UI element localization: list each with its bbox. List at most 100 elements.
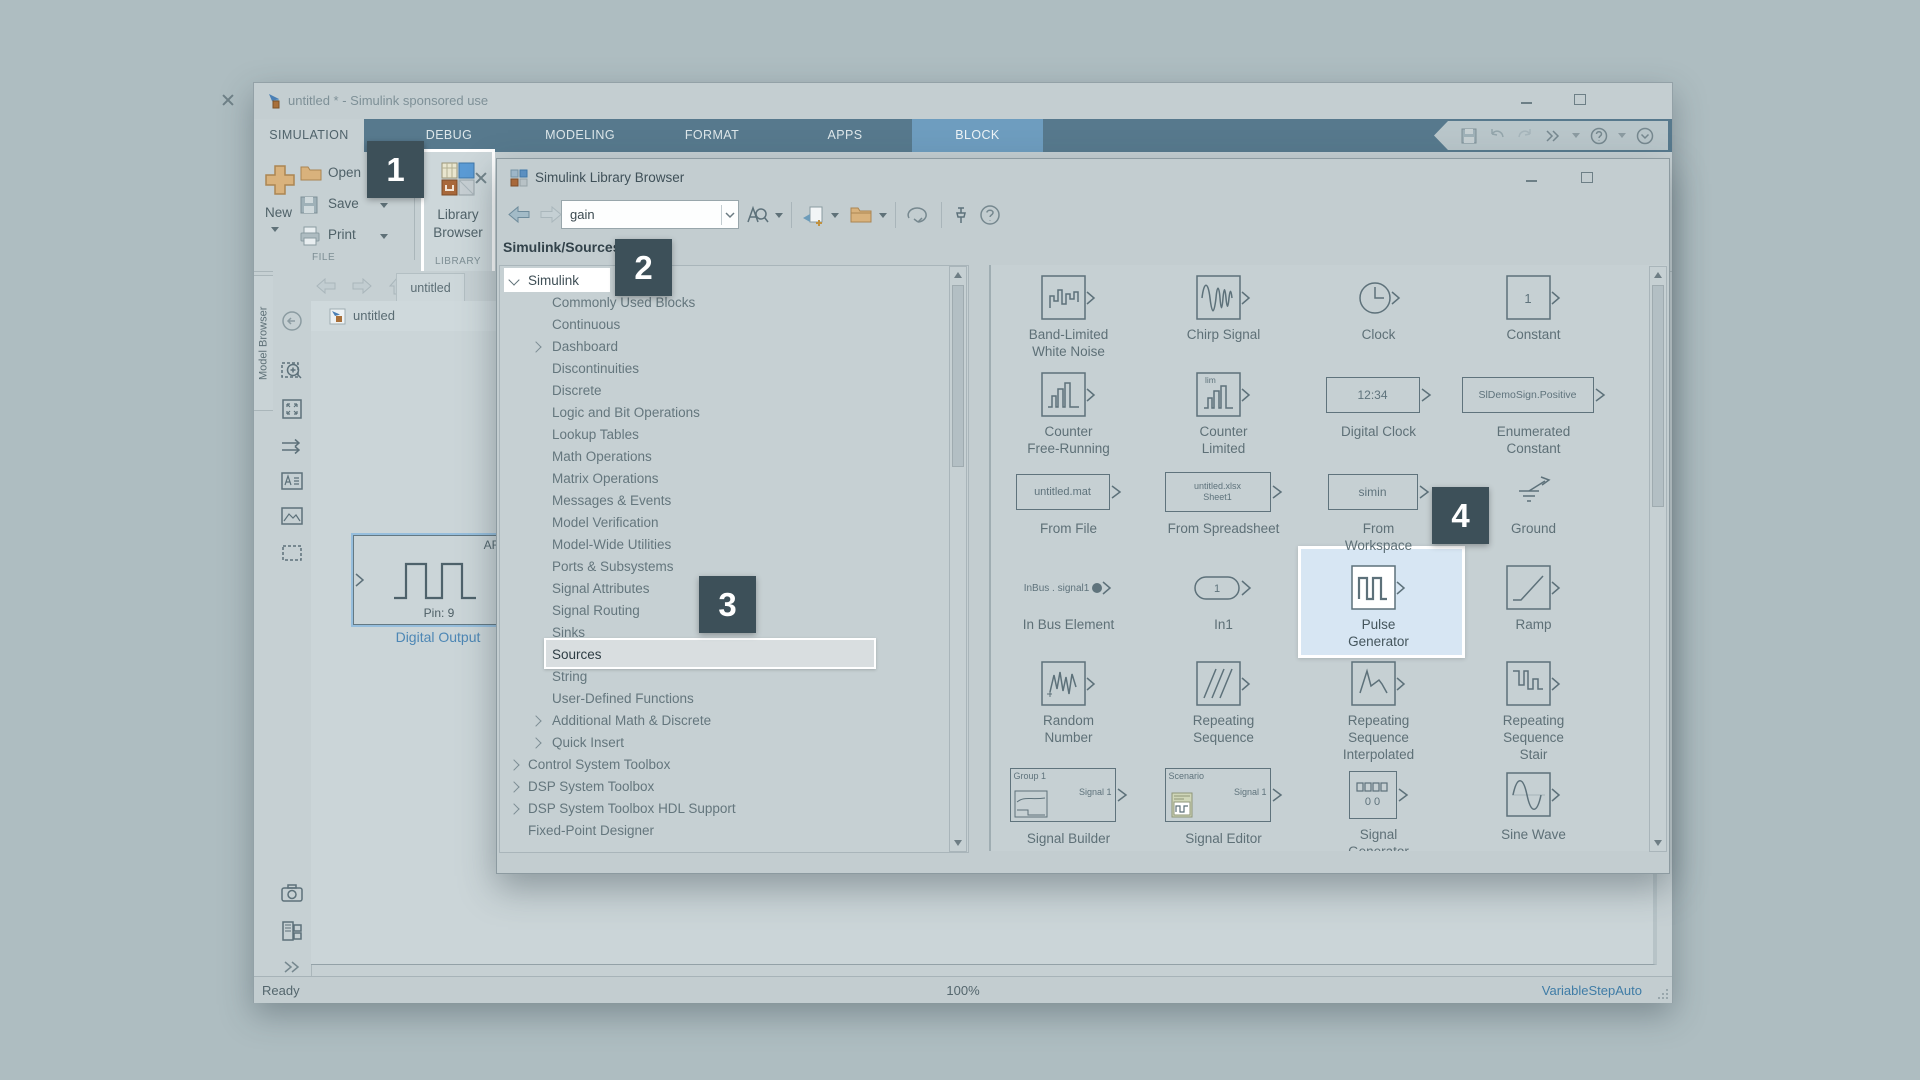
tree-item-control-system-toolbox[interactable]: Control System Toolbox (500, 754, 968, 776)
annotation-icon[interactable] (280, 469, 304, 493)
tab-modeling[interactable]: MODELING (535, 119, 625, 152)
tree-item-matrix-operations[interactable]: Matrix Operations (500, 468, 968, 490)
model-browser-tab[interactable]: Model Browser (254, 275, 274, 411)
pin-icon[interactable] (951, 205, 971, 225)
open-button[interactable]: Open (328, 165, 361, 180)
chevron-right-icon[interactable] (530, 737, 541, 748)
scroll-down-icon[interactable] (954, 840, 962, 846)
tree-item-discrete[interactable]: Discrete (500, 380, 968, 402)
block-ramp[interactable]: Ramp (1456, 563, 1611, 633)
block-repeating-sequence-stair[interactable]: Repeating Sequence Stair (1456, 659, 1611, 763)
nav-forward-icon[interactable] (351, 277, 373, 295)
print-caret-icon[interactable] (380, 234, 388, 239)
new-caret-icon[interactable] (271, 227, 279, 232)
resize-grip[interactable] (1658, 989, 1668, 999)
fit-to-view-icon[interactable] (280, 397, 304, 421)
tree-item-quick-insert[interactable]: Quick Insert (500, 732, 968, 754)
block-from-file[interactable]: untitled.mat From File (991, 467, 1146, 537)
tree-scrollbar-thumb[interactable] (952, 285, 964, 467)
image-icon[interactable] (280, 504, 304, 528)
tree-item-simulink[interactable]: Simulink (500, 270, 968, 292)
tab-simulation[interactable]: SIMULATION (254, 119, 364, 152)
save-icon[interactable] (1460, 127, 1478, 145)
block-pulse-generator[interactable]: Pulse Generator (1301, 563, 1456, 650)
block-from-spreadsheet[interactable]: untitled.xlsx Sheet1 From Spreadsheet (1146, 467, 1301, 537)
model-tab-untitled[interactable]: untitled (396, 273, 465, 302)
scroll-down-icon[interactable] (1654, 840, 1662, 846)
tree-item-dashboard[interactable]: Dashboard (500, 336, 968, 358)
block-random-number[interactable]: Random Number (991, 659, 1146, 746)
print-button[interactable]: Print (328, 227, 356, 242)
block-clock[interactable]: Clock (1301, 273, 1456, 343)
tree-item-model-wide-utilities[interactable]: Model-Wide Utilities (500, 534, 968, 556)
lib-forward-icon[interactable] (539, 205, 563, 224)
search-options-caret-icon[interactable] (775, 213, 783, 218)
chevron-right-icon[interactable] (508, 759, 519, 770)
chevron-right-icon[interactable] (508, 781, 519, 792)
step-options-caret-icon[interactable] (1572, 133, 1580, 138)
step-forward-icon[interactable] (1544, 128, 1562, 144)
lib-back-icon[interactable] (507, 205, 531, 224)
tree-item-dsp-system-toolbox[interactable]: DSP System Toolbox (500, 776, 968, 798)
lib-maximize-button[interactable] (1581, 172, 1593, 183)
undo-icon[interactable] (1488, 128, 1506, 144)
blocks-scrollbar-thumb[interactable] (1652, 285, 1664, 507)
tree-item-math-operations[interactable]: Math Operations (500, 446, 968, 468)
tree-item-lookup-tables[interactable]: Lookup Tables (500, 424, 968, 446)
search-dropdown-caret-icon[interactable] (722, 210, 738, 220)
block-in-bus-element[interactable]: InBus . signal1 In Bus Element (991, 563, 1146, 633)
new-model-toolbar-icon[interactable] (801, 204, 825, 226)
maximize-button[interactable] (1574, 94, 1586, 105)
lib-help-icon[interactable] (979, 204, 1001, 226)
help-options-caret-icon[interactable] (1618, 133, 1626, 138)
tree-item-logic-and-bit-operations[interactable]: Logic and Bit Operations (500, 402, 968, 424)
viewmarks-icon[interactable] (280, 919, 304, 943)
block-in1[interactable]: 1 In1 (1146, 563, 1301, 633)
refresh-icon[interactable] (905, 204, 931, 226)
tree-scrollbar[interactable] (949, 266, 967, 852)
block-band-limited-white-noise[interactable]: Band-Limited White Noise (991, 273, 1146, 360)
block-digital-clock[interactable]: 12:34 Digital Clock (1301, 370, 1456, 440)
search-combo[interactable] (561, 200, 739, 229)
zoom-select-icon[interactable] (280, 359, 304, 383)
signal-routing-icon[interactable] (280, 434, 304, 458)
search-options-icon[interactable] (745, 204, 769, 226)
block-counter-limited[interactable]: lim Counter Limited (1146, 370, 1301, 457)
chevron-down-icon[interactable] (508, 274, 519, 285)
blocks-scrollbar[interactable] (1649, 266, 1667, 852)
block-signal-builder[interactable]: Group 1 Signal 1 Signal Builder (991, 767, 1146, 847)
search-input[interactable] (562, 206, 721, 223)
lib-minimize-button[interactable] (1526, 172, 1537, 182)
screenshot-camera-icon[interactable] (280, 881, 304, 905)
block-enumerated-constant[interactable]: SlDemoSign.Positive Enumerated Constant (1456, 370, 1611, 457)
save-button[interactable]: Save (328, 196, 359, 211)
area-box-icon[interactable] (280, 541, 304, 565)
chevron-right-icon[interactable] (530, 341, 541, 352)
block-signal-editor[interactable]: Scenario Signal 1 Signal Editor (1146, 767, 1301, 847)
tree-item-model-verification[interactable]: Model Verification (500, 512, 968, 534)
redo-icon[interactable] (1516, 128, 1534, 144)
tree-item-sources[interactable]: Sources (500, 644, 968, 666)
save-caret-icon[interactable] (380, 203, 388, 208)
help-icon[interactable] (1590, 127, 1608, 145)
status-solver[interactable]: VariableStepAuto (1542, 983, 1642, 998)
library-browser-button[interactable]: Library Browser LIBRARY (421, 149, 495, 274)
new-model-caret-icon[interactable] (831, 213, 839, 218)
block-repeating-sequence-interpolated[interactable]: Repeating Sequence Interpolated (1301, 659, 1456, 763)
block-signal-generator[interactable]: 0 0 Signal Generator (1301, 767, 1456, 851)
folder-caret-icon[interactable] (879, 213, 887, 218)
tree-item-user-defined-functions[interactable]: User-Defined Functions (500, 688, 968, 710)
open-library-folder-icon[interactable] (849, 205, 873, 224)
scroll-up-icon[interactable] (954, 272, 962, 278)
close-button[interactable] (222, 94, 234, 106)
tree-item-additional-math-discrete[interactable]: Additional Math & Discrete (500, 710, 968, 732)
new-button[interactable]: New (265, 205, 292, 220)
tab-apps[interactable]: APPS (810, 119, 880, 152)
block-constant[interactable]: 1 Constant (1456, 273, 1611, 343)
tree-item-fixed-point-designer[interactable]: Fixed-Point Designer (500, 820, 968, 842)
block-counter-free-running[interactable]: Counter Free-Running (991, 370, 1146, 457)
tree-item-dsp-hdl-support[interactable]: DSP System Toolbox HDL Support (500, 798, 968, 820)
tree-item-string[interactable]: String (500, 666, 968, 688)
block-sine-wave[interactable]: Sine Wave (1456, 767, 1611, 843)
toolbar-options-icon[interactable] (1636, 127, 1654, 145)
